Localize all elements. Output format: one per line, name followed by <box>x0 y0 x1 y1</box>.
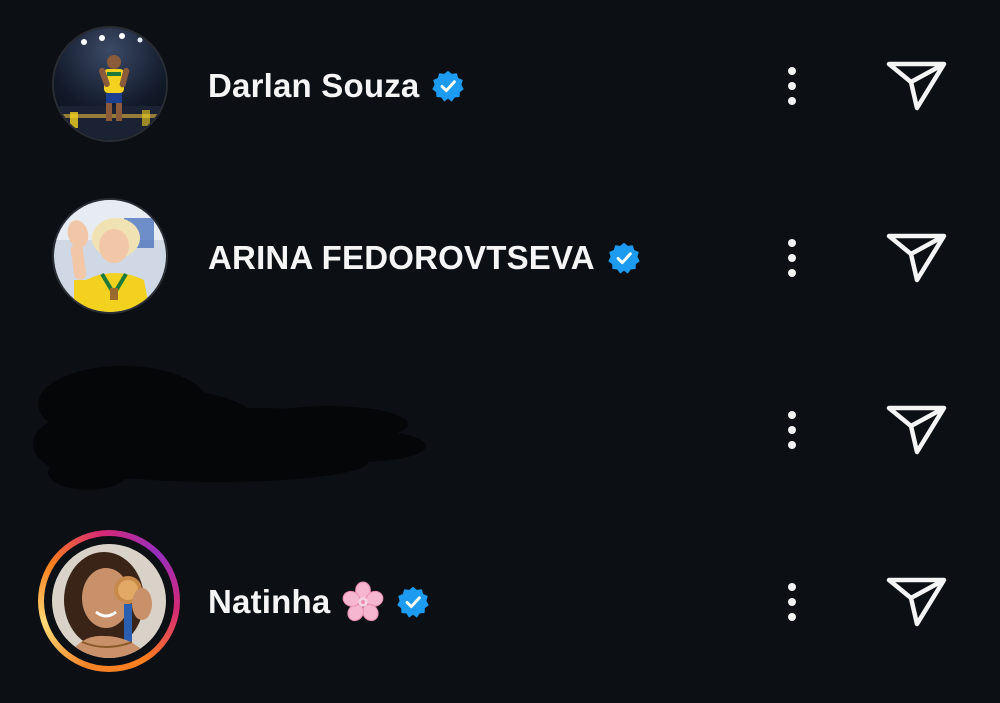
more-vertical-icon <box>788 239 796 247</box>
send-paper-plane-icon[interactable] <box>884 228 948 284</box>
account-row[interactable]: Natinha <box>0 516 1000 688</box>
more-options-button[interactable] <box>772 574 812 630</box>
more-vertical-icon <box>788 411 796 419</box>
redacted-scribble <box>33 366 426 490</box>
send-paper-plane-icon[interactable] <box>884 400 948 456</box>
username[interactable]: ARINA FEDOROVTSEVA <box>208 239 595 277</box>
username[interactable]: Darlan Souza <box>208 67 419 105</box>
more-vertical-icon <box>788 67 796 75</box>
suggested-accounts-list: Darlan Souza ARINA FEDOROVTSEVA Natinha <box>0 0 1000 703</box>
send-paper-plane-icon[interactable] <box>884 572 948 628</box>
account-row[interactable]: Darlan Souza <box>0 0 1000 172</box>
more-options-button[interactable] <box>772 402 812 458</box>
more-options-button[interactable] <box>772 230 812 286</box>
username[interactable]: Natinha <box>208 583 330 621</box>
avatar[interactable] <box>52 26 168 142</box>
verified-badge-icon <box>397 586 430 618</box>
story-ring-avatar[interactable] <box>38 530 180 672</box>
avatar[interactable] <box>52 198 168 314</box>
verified-badge-icon <box>608 242 640 274</box>
cherry-blossom-icon <box>343 581 384 622</box>
send-paper-plane-icon[interactable] <box>884 56 948 112</box>
verified-badge-icon <box>432 70 465 102</box>
avatar[interactable] <box>52 544 166 658</box>
account-row[interactable]: ARINA FEDOROVTSEVA <box>0 172 1000 344</box>
more-options-button[interactable] <box>772 58 812 114</box>
account-row[interactable] <box>0 344 1000 516</box>
more-vertical-icon <box>788 583 796 591</box>
